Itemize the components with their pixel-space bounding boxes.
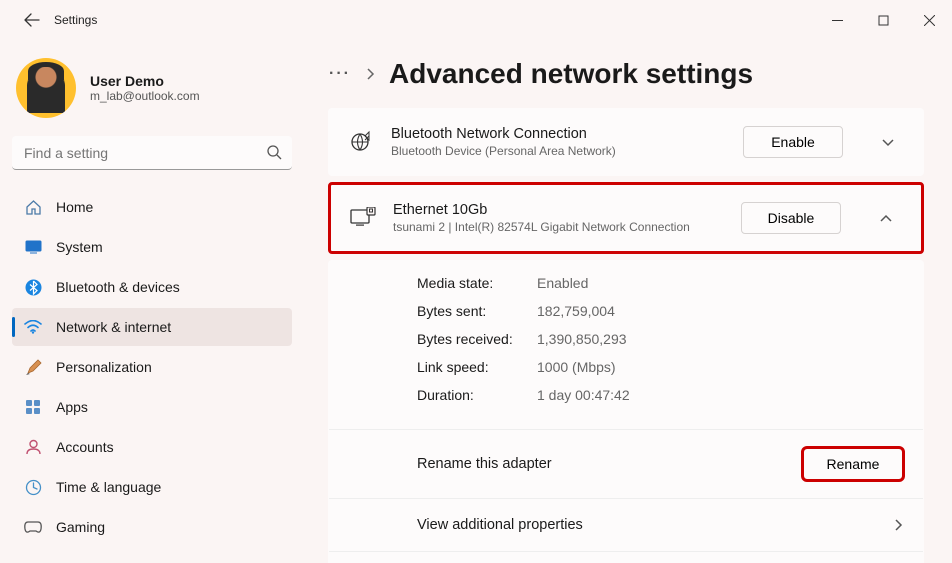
detail-label: Media state: [417,275,537,291]
detail-label: Bytes sent: [417,303,537,319]
adapter-subtitle: tsunami 2 | Intel(R) 82574L Gigabit Netw… [393,220,725,234]
disable-button[interactable]: Disable [741,202,841,234]
detail-link-speed: Link speed: 1000 (Mbps) [417,353,903,381]
adapter-header[interactable]: Ethernet 10Gb tsunami 2 | Intel(R) 82574… [331,185,921,251]
expand-button[interactable] [871,125,905,159]
sidebar-item-label: Time & language [56,479,161,495]
arrow-left-icon [24,12,40,28]
adapter-subtitle: Bluetooth Device (Personal Area Network) [391,144,727,158]
sidebar-item-system[interactable]: System [12,228,292,266]
sidebar: User Demo m_lab@outlook.com Home System … [0,40,304,563]
adapter-card-ethernet: Ethernet 10Gb tsunami 2 | Intel(R) 82574… [328,182,924,254]
person-icon [24,438,42,456]
rename-label: Rename this adapter [417,456,552,472]
system-icon [24,238,42,256]
view-properties-row[interactable]: View additional properties [329,498,923,551]
adapter-title: Ethernet 10Gb [393,202,725,218]
enable-button[interactable]: Enable [743,126,843,158]
sidebar-item-label: Personalization [56,359,152,375]
home-icon [24,198,42,216]
wifi-icon [24,318,42,336]
sidebar-item-label: Network & internet [56,319,171,335]
sidebar-item-label: Home [56,199,93,215]
window-title: Settings [54,13,97,27]
adapter-details-card: Media state: Enabled Bytes sent: 182,759… [328,260,924,563]
adapter-details: Media state: Enabled Bytes sent: 182,759… [329,261,923,429]
sidebar-item-home[interactable]: Home [12,188,292,226]
gaming-icon [24,518,42,536]
minimize-button[interactable] [814,4,860,36]
avatar [16,58,76,118]
detail-label: Bytes received: [417,331,537,347]
maximize-button[interactable] [860,4,906,36]
user-name: User Demo [90,73,200,89]
sidebar-item-apps[interactable]: Apps [12,388,292,426]
sidebar-item-label: Bluetooth & devices [56,279,180,295]
adapter-title: Bluetooth Network Connection [391,126,727,142]
ethernet-icon [349,204,377,232]
detail-bytes-sent: Bytes sent: 182,759,004 [417,297,903,325]
main-content: ··· Advanced network settings Bluetooth … [304,40,952,563]
titlebar: Settings [0,0,952,40]
minimize-icon [832,15,843,26]
nav: Home System Bluetooth & devices Network … [12,188,292,563]
detail-duration: Duration: 1 day 00:47:42 [417,381,903,409]
detail-value: 1,390,850,293 [537,331,627,347]
close-button[interactable] [906,4,952,36]
breadcrumb-more-button[interactable]: ··· [328,62,352,86]
rename-adapter-row: Rename this adapter Rename [329,429,923,498]
sidebar-item-personalization[interactable]: Personalization [12,348,292,386]
search-input[interactable] [12,136,292,170]
detail-value: 1000 (Mbps) [537,359,616,375]
detail-value: 1 day 00:47:42 [537,387,630,403]
user-profile[interactable]: User Demo m_lab@outlook.com [12,50,292,136]
detail-bytes-received: Bytes received: 1,390,850,293 [417,325,903,353]
breadcrumb: ··· Advanced network settings [328,58,924,90]
sidebar-item-time-language[interactable]: Time & language [12,468,292,506]
detail-media-state: Media state: Enabled [417,269,903,297]
collapse-button[interactable] [869,201,903,235]
rename-button[interactable]: Rename [803,448,903,480]
adapter-card-bluetooth: Bluetooth Network Connection Bluetooth D… [328,108,924,176]
sidebar-item-label: Accounts [56,439,114,455]
sidebar-item-label: System [56,239,103,255]
sidebar-item-label: Gaming [56,519,105,535]
globe-icon [347,128,375,156]
sidebar-item-gaming[interactable]: Gaming [12,508,292,546]
sidebar-item-network[interactable]: Network & internet [12,308,292,346]
chevron-right-icon [894,518,903,532]
detail-value: Enabled [537,275,588,291]
search-container [12,136,292,170]
detail-label: Link speed: [417,359,537,375]
bluetooth-icon [24,278,42,296]
chevron-down-icon [881,138,895,147]
user-email: m_lab@outlook.com [90,89,200,103]
sidebar-item-bluetooth[interactable]: Bluetooth & devices [12,268,292,306]
back-button[interactable] [14,12,50,28]
sidebar-item-label: Apps [56,399,88,415]
adapter-header[interactable]: Bluetooth Network Connection Bluetooth D… [329,109,923,175]
chevron-right-icon [366,67,375,81]
detail-label: Duration: [417,387,537,403]
chevron-up-icon [879,214,893,223]
page-title: Advanced network settings [389,58,753,90]
detail-value: 182,759,004 [537,303,615,319]
paintbrush-icon [24,358,42,376]
clock-globe-icon [24,478,42,496]
view-properties-label: View additional properties [417,517,583,533]
apps-icon [24,398,42,416]
close-icon [924,15,935,26]
maximize-icon [878,15,889,26]
search-icon [266,144,282,160]
more-options-row: More adapter options Edit [329,551,923,563]
sidebar-item-accounts[interactable]: Accounts [12,428,292,466]
